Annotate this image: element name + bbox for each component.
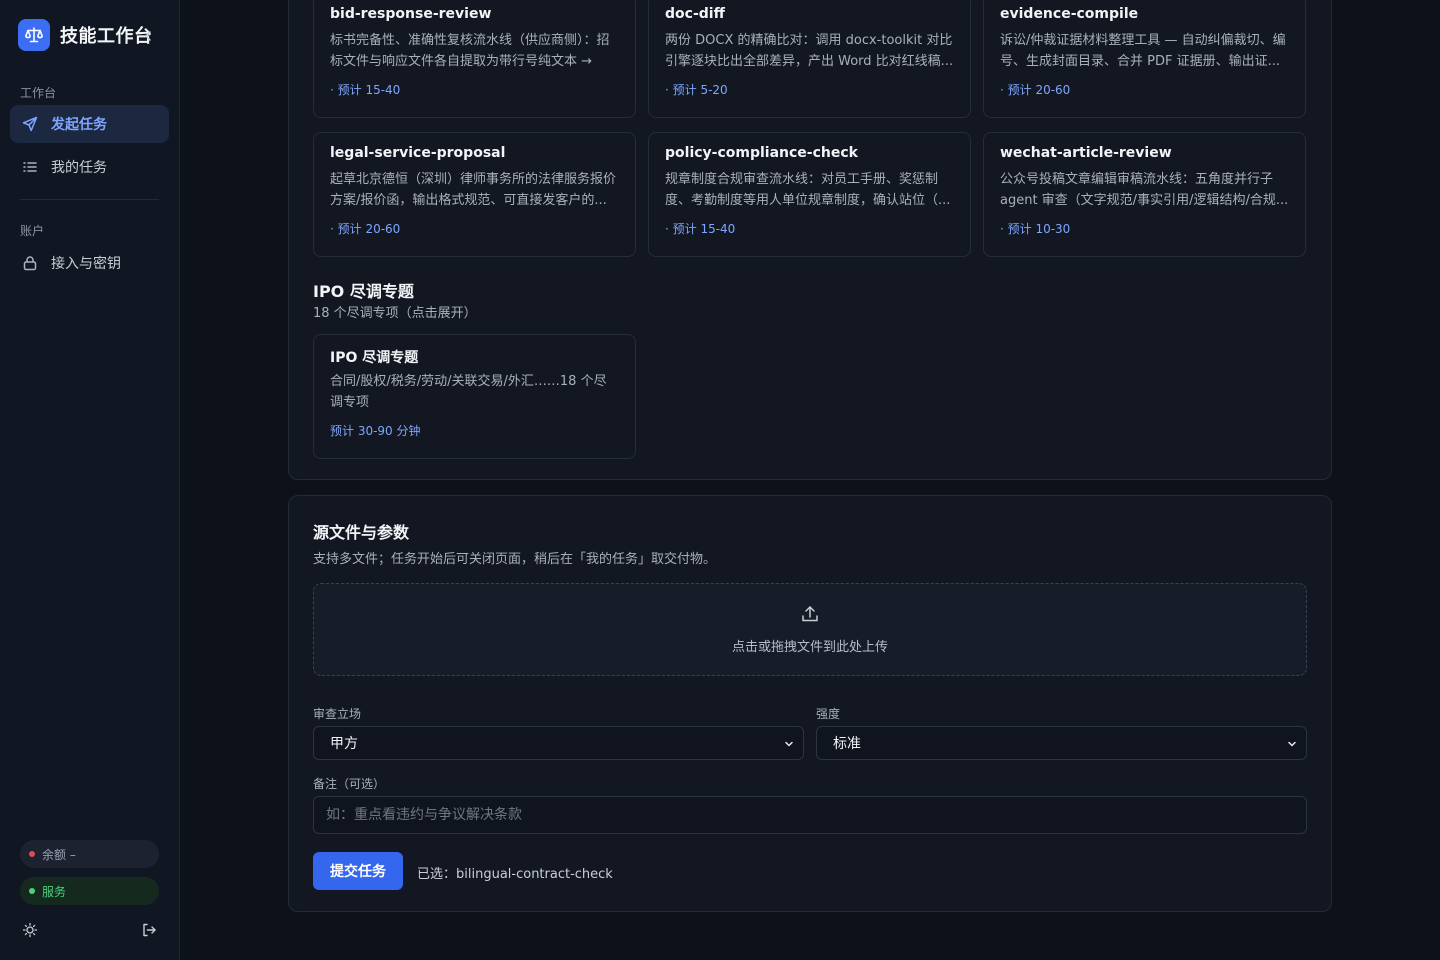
sidebar-item-label: 接入与密钥 xyxy=(51,256,121,272)
skill-card-bid-response-review[interactable]: bid-response-review 标书完备性、准确性复核流水线（供应商侧）… xyxy=(313,0,636,118)
skill-card-desc: 诉讼/仲裁证据材料整理工具 — 自动纠偏裁切、编号、生成封面目录、合并 PDF … xyxy=(1000,33,1286,69)
section-label-workspace: 工作台 xyxy=(20,86,57,100)
sidebar-item-label: 发起任务 xyxy=(51,117,107,133)
skill-card-title: IPO 尽调专题 xyxy=(330,350,419,366)
chevron-down-icon xyxy=(1286,738,1298,750)
skill-card-eta: · 预计 20-60 xyxy=(330,222,401,236)
skill-card-wechat-article-review[interactable]: wechat-article-review 公众号投稿文章编辑审稿流水线：五角度… xyxy=(983,132,1306,257)
sidebar: 技能工作台 工作台 发起任务 我的任务 账户 接入与密钥 余额 – 服务 xyxy=(0,0,180,960)
skill-card-title: wechat-article-review xyxy=(1000,145,1172,161)
brand-title: 技能工作台 xyxy=(60,26,153,47)
upload-icon xyxy=(800,604,820,628)
service-text: 服务 xyxy=(42,884,67,899)
stance-select-value: 甲方 xyxy=(330,736,358,752)
status-dot xyxy=(29,851,35,857)
skill-card-legal-service-proposal[interactable]: legal-service-proposal 起草北京德恒（深圳）律师事务所的法… xyxy=(313,132,636,257)
skill-card-eta: · 预计 5-20 xyxy=(665,83,728,97)
skill-card-desc: 公众号投稿文章编辑审稿流水线：五角度并行子 agent 审查（文字规范/事实引用… xyxy=(1000,172,1289,208)
strength-label: 强度 xyxy=(816,707,841,721)
sidebar-item-my-tasks[interactable]: 我的任务 xyxy=(10,148,169,186)
sidebar-divider xyxy=(20,199,159,200)
skill-card-eta: · 预计 10-30 xyxy=(1000,222,1071,236)
skill-card-desc: 两份 DOCX 的精确比对：调用 docx-toolkit 对比引擎逐块比出全部… xyxy=(665,33,954,69)
stance-label: 审查立场 xyxy=(313,707,362,721)
strength-select[interactable]: 标准 xyxy=(816,726,1307,760)
skill-card-desc: 规章制度合规审查流水线：对员工手册、奖惩制度、考勤制度等用人单位规章制度，确认站… xyxy=(665,172,951,208)
skill-card-doc-diff[interactable]: doc-diff 两份 DOCX 的精确比对：调用 docx-toolkit 对… xyxy=(648,0,971,118)
skill-card-desc: 起草北京德恒（深圳）律师事务所的法律服务报价方案/报价函，输出格式规范、可直接发… xyxy=(330,172,617,208)
balance-badge[interactable]: 余额 – xyxy=(20,840,159,868)
skill-card-policy-compliance-check[interactable]: policy-compliance-check 规章制度合规审查流水线：对员工手… xyxy=(648,132,971,257)
chevron-down-icon xyxy=(783,738,795,750)
skill-card-ipo-due-diligence[interactable]: IPO 尽调专题 合同/股权/税务/劳动/关联交易/外汇……18 个尽调专项 预… xyxy=(313,334,636,459)
note-input[interactable] xyxy=(313,796,1307,834)
source-section-subtitle: 支持多文件；任务开始后可关闭页面，稍后在「我的任务」取交付物。 xyxy=(313,552,717,567)
sidebar-item-label: 我的任务 xyxy=(51,160,107,176)
dropzone-text: 点击或拖拽文件到此处上传 xyxy=(731,640,888,655)
skill-card-desc: 合同/股权/税务/劳动/关联交易/外汇……18 个尽调专项 xyxy=(330,374,607,410)
ipo-group-subtitle: 18 个尽调专项（点击展开） xyxy=(313,306,477,321)
submit-task-button[interactable]: 提交任务 xyxy=(313,852,403,890)
skill-card-evidence-compile[interactable]: evidence-compile 诉讼/仲裁证据材料整理工具 — 自动纠偏裁切、… xyxy=(983,0,1306,118)
sidebar-item-new-task[interactable]: 发起任务 xyxy=(10,105,169,143)
scale-logo-icon xyxy=(18,19,50,51)
skill-card-eta: · 预计 15-40 xyxy=(330,83,401,97)
stance-select[interactable]: 甲方 xyxy=(313,726,804,760)
brand[interactable]: 技能工作台 xyxy=(18,19,153,51)
skill-card-eta: 预计 30-90 分钟 xyxy=(330,424,421,438)
skill-card-title: policy-compliance-check xyxy=(665,145,858,161)
send-icon xyxy=(22,116,38,132)
sidebar-item-access-keys[interactable]: 接入与密钥 xyxy=(10,244,169,282)
list-icon xyxy=(22,159,38,175)
ipo-group-title: IPO 尽调专题 xyxy=(313,282,414,301)
collapse-sidebar-icon[interactable] xyxy=(141,28,155,42)
skill-card-title: bid-response-review xyxy=(330,6,492,22)
sun-icon[interactable] xyxy=(22,922,38,938)
skill-card-title: doc-diff xyxy=(665,6,725,22)
strength-select-value: 标准 xyxy=(833,736,861,752)
source-section-title: 源文件与参数 xyxy=(313,523,410,542)
skill-card-eta: · 预计 15-40 xyxy=(665,222,736,236)
lock-icon xyxy=(22,255,38,271)
note-label: 备注（可选） xyxy=(313,777,386,791)
status-dot xyxy=(29,888,35,894)
section-label-account: 账户 xyxy=(20,224,45,238)
balance-text: 余额 – xyxy=(42,847,76,862)
skill-card-eta: · 预计 20-60 xyxy=(1000,83,1071,97)
selected-skill-text: 已选：bilingual-contract-check xyxy=(417,867,613,882)
file-dropzone[interactable]: 点击或拖拽文件到此处上传 xyxy=(313,583,1307,676)
logout-icon[interactable] xyxy=(141,922,157,938)
service-status-badge[interactable]: 服务 xyxy=(20,877,159,905)
skill-card-desc: 标书完备性、准确性复核流水线（供应商侧）：招标文件与响应文件各自提取为带行号纯文… xyxy=(330,33,610,69)
skill-card-title: evidence-compile xyxy=(1000,6,1139,22)
skill-card-title: legal-service-proposal xyxy=(330,145,506,161)
